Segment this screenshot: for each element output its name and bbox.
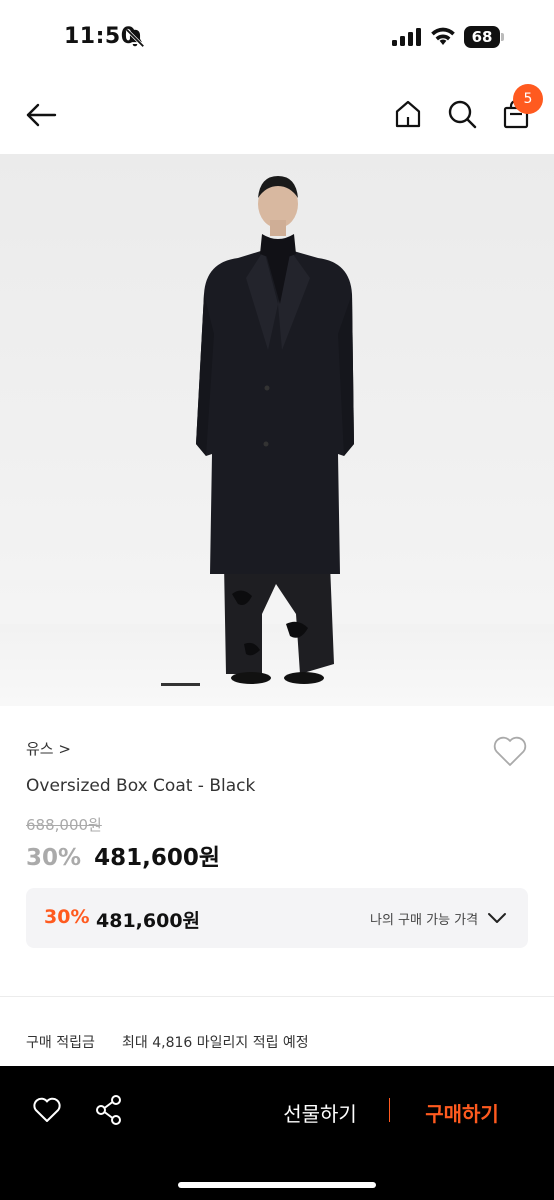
my-price-value: 481,600원: [96, 910, 201, 932]
search-icon[interactable]: [446, 98, 478, 130]
back-arrow-icon[interactable]: [24, 98, 58, 132]
my-price-dropdown[interactable]: 30% 481,600원 나의 구매 가능 가격: [26, 888, 528, 948]
battery-level: 68: [464, 26, 500, 48]
status-bar: 11:50 68: [0, 0, 554, 76]
brand-link[interactable]: 유스 >: [26, 738, 71, 759]
points-value: 최대 4,816 마일리지 적립 예정: [122, 1035, 309, 1051]
chevron-down-icon: [488, 913, 506, 923]
nav-bar: 5: [0, 76, 554, 154]
discount-rate: 30%: [26, 845, 82, 871]
cart-count-badge: 5: [513, 84, 543, 114]
divider: [0, 996, 554, 997]
brand-chevron-icon: >: [58, 740, 71, 758]
home-icon[interactable]: [392, 98, 424, 130]
heart-icon[interactable]: [492, 734, 528, 768]
my-price-label: 나의 구매 가능 가격: [370, 913, 479, 928]
bottom-action-bar: 선물하기 구매하기: [0, 1066, 554, 1200]
battery-icon: 68: [464, 26, 504, 48]
original-price: 688,000원: [26, 816, 102, 834]
buy-button[interactable]: 구매하기: [404, 1096, 520, 1128]
product-name: Oversized Box Coat - Black: [26, 776, 256, 796]
price-row: 30% 481,600원: [26, 838, 220, 872]
bell-slash-icon: [125, 28, 145, 48]
home-indicator[interactable]: [178, 1182, 376, 1188]
signal-icon: [392, 28, 421, 46]
model-illustration: [196, 176, 354, 684]
brand-name: 유스: [26, 740, 54, 758]
carousel-indicator: [161, 683, 200, 686]
bar-divider: [389, 1098, 390, 1122]
wishlist-heart-icon[interactable]: [32, 1096, 62, 1124]
points-label: 구매 적립금: [26, 1035, 95, 1051]
sale-price: 481,600원: [94, 845, 221, 871]
gift-button[interactable]: 선물하기: [260, 1096, 380, 1128]
share-icon[interactable]: [94, 1094, 124, 1126]
wifi-icon: [431, 27, 455, 45]
product-image[interactable]: [0, 154, 554, 706]
my-price-discount: 30%: [44, 906, 90, 928]
